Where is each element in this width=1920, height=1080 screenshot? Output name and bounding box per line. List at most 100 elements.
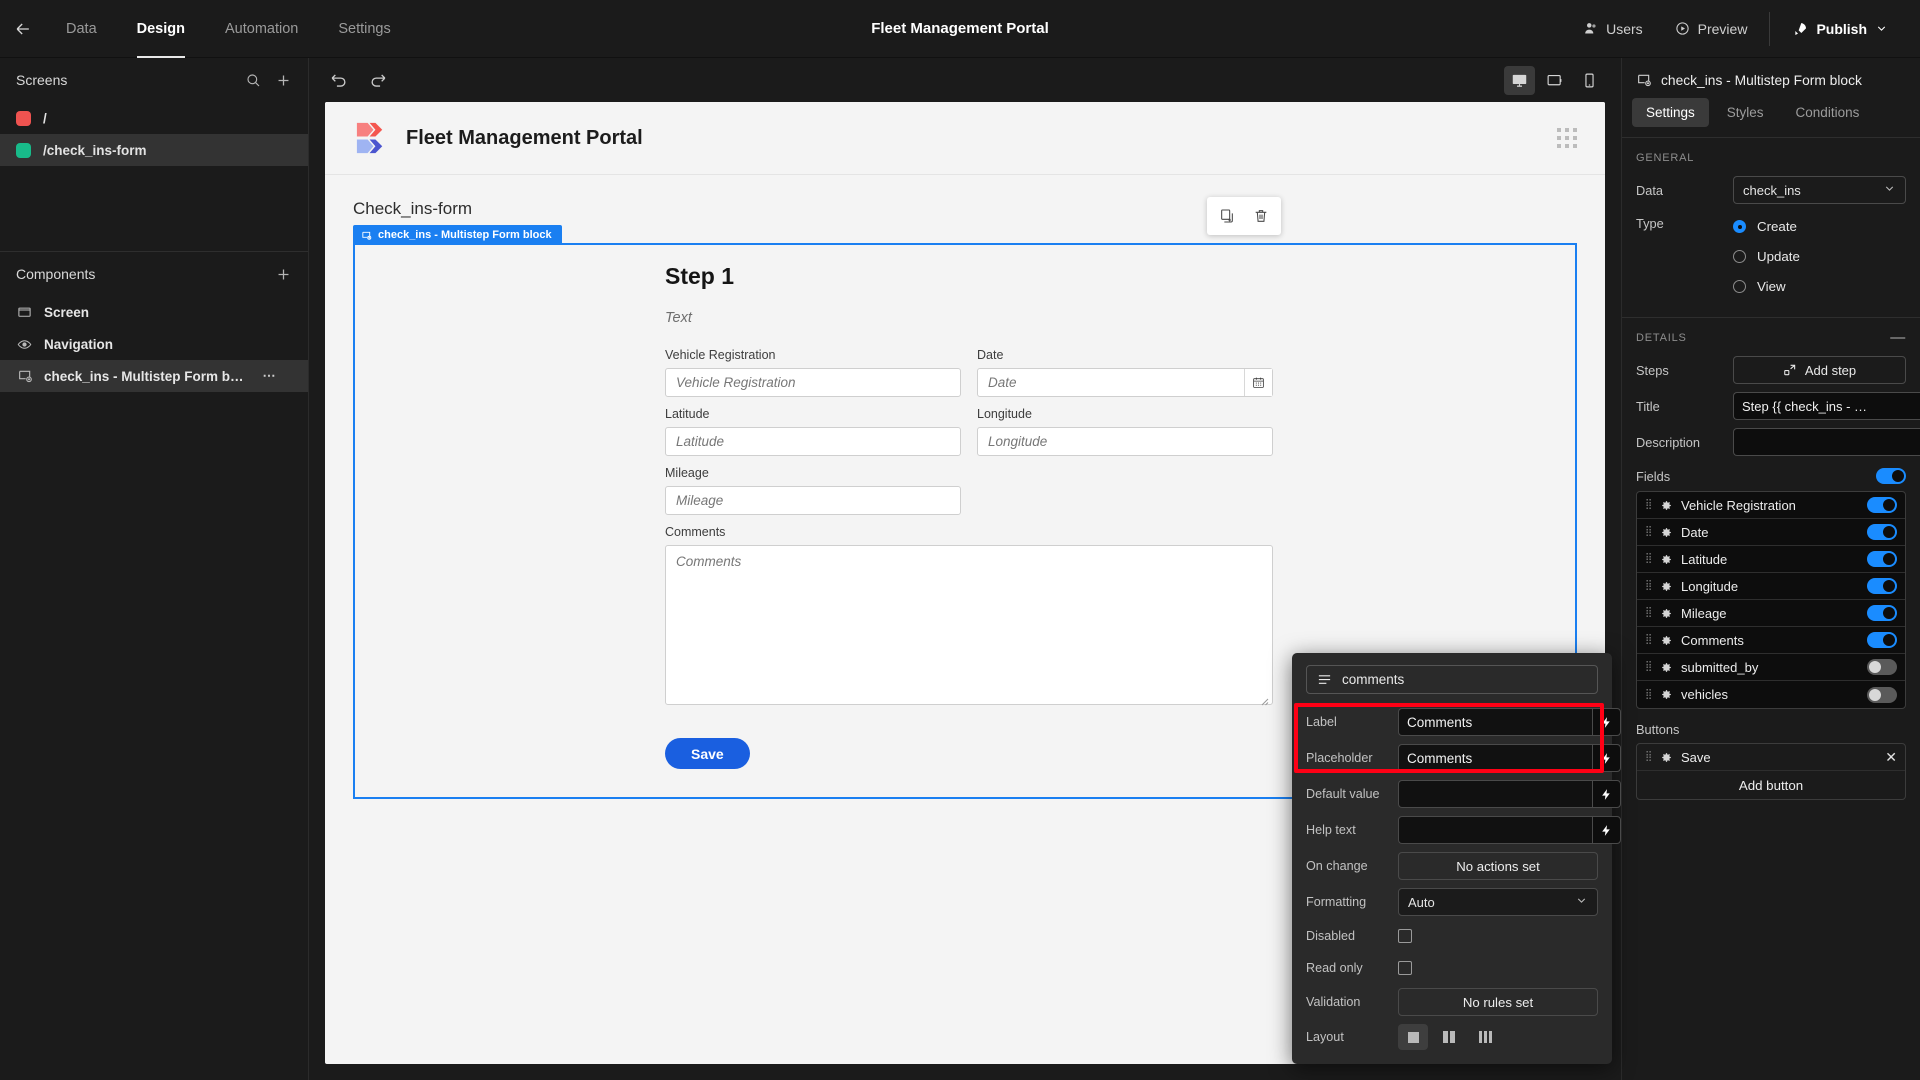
field-toggle-latitude[interactable]	[1867, 551, 1897, 567]
component-item-screen[interactable]: Screen	[0, 296, 308, 328]
field-toggle-vehicles[interactable]	[1867, 686, 1897, 703]
field-row-latitude[interactable]: ⣿ Latitude	[1637, 546, 1905, 573]
gear-icon[interactable]	[1660, 661, 1673, 674]
add-button[interactable]: Add button	[1637, 771, 1905, 799]
add-component-button[interactable]	[275, 266, 292, 283]
read-only-checkbox[interactable]	[1398, 961, 1412, 975]
field-row-comments[interactable]: ⣿ Comments	[1637, 627, 1905, 654]
disabled-checkbox[interactable]	[1398, 929, 1412, 943]
screen-item-check-ins-form[interactable]: /check_ins-form	[0, 134, 308, 166]
gear-icon[interactable]	[1660, 607, 1673, 620]
calendar-icon[interactable]	[1244, 369, 1272, 396]
default-value-input[interactable]	[1398, 780, 1592, 808]
drag-handle-icon[interactable]: ⣿	[1645, 500, 1652, 510]
drag-handle-icon[interactable]: ⣿	[1645, 581, 1652, 591]
layout-three-column-button[interactable]	[1470, 1024, 1500, 1050]
field-toggle-comments[interactable]	[1867, 632, 1897, 648]
input-longitude[interactable]	[977, 427, 1273, 456]
fields-master-toggle[interactable]	[1876, 468, 1906, 484]
drag-handle-icon[interactable]: ⣿	[1645, 608, 1652, 618]
field-toggle-date[interactable]	[1867, 524, 1897, 540]
description-input[interactable]	[1733, 428, 1920, 456]
radio-update-input[interactable]	[1733, 250, 1746, 263]
label-input[interactable]	[1398, 708, 1592, 736]
device-desktop-button[interactable]	[1504, 65, 1535, 95]
radio-view[interactable]: View	[1733, 276, 1786, 297]
bolt-icon-default-value[interactable]	[1592, 780, 1621, 808]
app-navbar[interactable]: Fleet Management Portal	[325, 102, 1605, 175]
on-change-button[interactable]: No actions set	[1398, 852, 1598, 880]
publish-button[interactable]: Publish	[1776, 12, 1904, 46]
device-mobile-button[interactable]	[1574, 66, 1605, 95]
drag-handle-icon[interactable]: ⣿	[1645, 689, 1652, 699]
drag-handle-icon[interactable]: ⣿	[1645, 662, 1652, 672]
bolt-icon-help-text[interactable]	[1592, 816, 1621, 844]
help-text-input[interactable]	[1398, 816, 1592, 844]
input-comments[interactable]	[665, 545, 1273, 705]
input-mileage[interactable]	[665, 486, 961, 515]
gear-icon[interactable]	[1660, 634, 1673, 647]
bolt-icon-placeholder[interactable]	[1592, 744, 1621, 772]
radio-create-input[interactable]	[1733, 220, 1746, 233]
field-toggle-longitude[interactable]	[1867, 578, 1897, 594]
tab-styles-panel[interactable]: Styles	[1713, 98, 1778, 127]
layout-two-column-button[interactable]	[1434, 1024, 1464, 1050]
radio-update[interactable]: Update	[1733, 246, 1800, 267]
delete-button[interactable]	[1247, 202, 1275, 230]
field-name-selector[interactable]: comments	[1306, 665, 1598, 694]
preview-button[interactable]: Preview	[1659, 12, 1764, 46]
layout-one-column-button[interactable]	[1398, 1024, 1428, 1050]
input-vehicle-registration[interactable]	[665, 368, 961, 397]
drag-handle-icon[interactable]: ⣿	[1645, 527, 1652, 537]
redo-button[interactable]	[365, 67, 391, 93]
tab-data[interactable]: Data	[46, 0, 117, 58]
placeholder-input[interactable]	[1398, 744, 1592, 772]
gear-icon[interactable]	[1660, 688, 1673, 701]
gear-icon[interactable]	[1660, 580, 1673, 593]
radio-create[interactable]: Create	[1733, 216, 1797, 237]
tab-automation[interactable]: Automation	[205, 0, 318, 58]
formatting-select[interactable]: Auto	[1398, 888, 1598, 916]
field-row-longitude[interactable]: ⣿ Longitude	[1637, 573, 1905, 600]
field-toggle-mileage[interactable]	[1867, 605, 1897, 621]
tab-settings-panel[interactable]: Settings	[1632, 98, 1709, 127]
tab-settings[interactable]: Settings	[318, 0, 410, 58]
users-button[interactable]: Users	[1567, 12, 1659, 46]
field-row-submitted-by[interactable]: ⣿ submitted_by	[1637, 654, 1905, 681]
gear-icon[interactable]	[1660, 526, 1673, 539]
search-screens-button[interactable]	[245, 72, 261, 88]
device-tablet-button[interactable]	[1539, 66, 1570, 95]
drag-handle-icon[interactable]: ⣿	[1645, 752, 1652, 762]
form-save-button[interactable]: Save	[665, 738, 750, 769]
field-toggle-submitted-by[interactable]	[1867, 659, 1897, 675]
tab-conditions-panel[interactable]: Conditions	[1782, 98, 1874, 127]
data-select[interactable]: check_ins	[1733, 176, 1906, 204]
drag-handle-icon[interactable]: ⣿	[1645, 635, 1652, 645]
field-toggle-vehicle-registration[interactable]	[1867, 497, 1897, 513]
back-button[interactable]	[0, 0, 46, 58]
add-step-button[interactable]: Add step	[1733, 356, 1906, 384]
field-row-vehicles[interactable]: ⣿ vehicles	[1637, 681, 1905, 708]
tab-design[interactable]: Design	[117, 0, 205, 58]
component-more-button[interactable]: ⋯	[263, 368, 277, 384]
field-row-vehicle-registration[interactable]: ⣿ Vehicle Registration	[1637, 492, 1905, 519]
gear-icon[interactable]	[1660, 751, 1673, 764]
gear-icon[interactable]	[1660, 499, 1673, 512]
field-row-date[interactable]: ⣿ Date	[1637, 519, 1905, 546]
title-input[interactable]	[1733, 392, 1920, 420]
collapse-details-button[interactable]: —	[1890, 330, 1906, 345]
bolt-icon-label[interactable]	[1592, 708, 1621, 736]
input-date[interactable]	[977, 368, 1273, 397]
grid-menu-icon[interactable]	[1557, 128, 1577, 148]
remove-button-icon[interactable]: ✕	[1885, 749, 1897, 766]
undo-button[interactable]	[325, 67, 351, 93]
validation-button[interactable]: No rules set	[1398, 988, 1598, 1016]
component-item-multistep-form[interactable]: check_ins - Multistep Form b… ⋯	[0, 360, 308, 392]
duplicate-button[interactable]	[1213, 202, 1241, 230]
component-item-navigation[interactable]: Navigation	[0, 328, 308, 360]
input-latitude[interactable]	[665, 427, 961, 456]
gear-icon[interactable]	[1660, 553, 1673, 566]
button-row-save[interactable]: ⣿ Save ✕	[1637, 744, 1905, 771]
screen-item-root[interactable]: /	[0, 102, 308, 134]
drag-handle-icon[interactable]: ⣿	[1645, 554, 1652, 564]
